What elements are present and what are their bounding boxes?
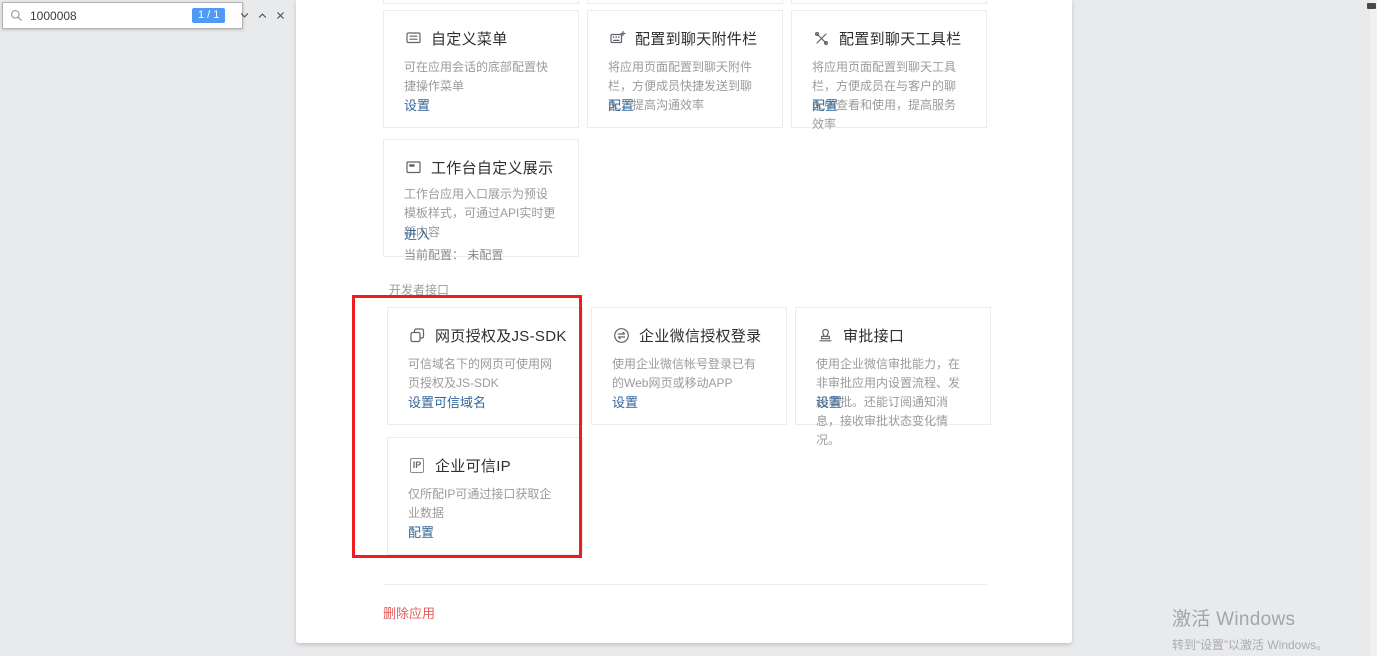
- card-description: 仅所配IP可通过接口获取企业数据: [408, 485, 562, 523]
- delete-app-link[interactable]: 删除应用: [383, 603, 435, 622]
- card-title: 工作台自定义展示: [431, 157, 553, 178]
- card-title: 自定义菜单: [431, 28, 508, 49]
- find-bar: 1 / 1: [2, 2, 243, 29]
- workbench-display-icon: [404, 159, 422, 177]
- card-chat-toolbar: 配置到聊天工具栏 将应用页面配置到聊天工具栏，方便成员在与客户的聊天中查看和使用…: [791, 10, 987, 128]
- card-wecom-login: 企业微信授权登录 使用企业微信帐号登录已有的Web网页或移动APP 设置: [591, 307, 787, 425]
- workbench-status-value: 未配置: [467, 248, 503, 262]
- card-approval-api: 审批接口 使用企业微信审批能力，在非审批应用内设置流程、发起审批。还能订阅通知消…: [795, 307, 991, 425]
- chat-attachment-icon: [608, 30, 626, 48]
- card-web-auth-jssdk: 网页授权及JS-SDK 可信域名下的网页可使用网页授权及JS-SDK 设置可信域…: [387, 307, 583, 425]
- search-icon: [10, 8, 23, 24]
- chat-toolbar-config-link[interactable]: 配置: [812, 95, 838, 114]
- watermark-subtitle: 转到“设置”以激活 Windows。: [1172, 636, 1328, 653]
- card-stub: [383, 0, 579, 4]
- approval-settings-link[interactable]: 设置: [816, 392, 842, 411]
- card-title: 企业可信IP: [435, 455, 511, 476]
- workbench-enter-link[interactable]: 进入: [404, 224, 430, 243]
- scrollbar[interactable]: [1370, 0, 1377, 656]
- chat-toolbar-icon: [812, 30, 830, 48]
- card-description: 可信域名下的网页可使用网页授权及JS-SDK: [408, 355, 562, 393]
- wecom-login-icon: [612, 327, 630, 345]
- find-match-count: 1 / 1: [192, 8, 225, 23]
- card-description: 使用企业微信帐号登录已有的Web网页或移动APP: [612, 355, 766, 393]
- workbench-status: 当前配置： 未配置: [404, 246, 558, 263]
- workbench-status-label: 当前配置：: [404, 248, 464, 262]
- card-description: 可在应用会话的底部配置快捷操作菜单: [404, 58, 558, 96]
- card-title: 企业微信授权登录: [639, 325, 761, 346]
- card-title: 审批接口: [843, 325, 904, 346]
- find-input[interactable]: [30, 9, 185, 23]
- find-close-button[interactable]: [275, 8, 286, 24]
- watermark-title: 激活 Windows: [1172, 604, 1328, 631]
- card-title: 配置到聊天附件栏: [635, 28, 757, 49]
- card-workbench-display: 工作台自定义展示 工作台应用入口展示为预设模板样式，可通过API实时更新内容 当…: [383, 139, 579, 257]
- find-previous-button[interactable]: [257, 8, 268, 24]
- card-title: 配置到聊天工具栏: [839, 28, 961, 49]
- bottom-divider: [383, 584, 987, 585]
- card-stub: [791, 0, 987, 4]
- card-chat-attachment-bar: 配置到聊天附件栏 将应用页面配置到聊天附件栏，方便成员快捷发送到聊天，提高沟通效…: [587, 10, 783, 128]
- developer-section-label: 开发者接口: [389, 281, 449, 298]
- trusted-ip-icon: IP: [408, 457, 426, 475]
- chat-attachment-config-link[interactable]: 配置: [608, 95, 634, 114]
- card-trusted-ip: IP 企业可信IP 仅所配IP可通过接口获取企业数据 配置: [387, 437, 583, 555]
- windows-activation-watermark: 激活 Windows 转到“设置”以激活 Windows。: [1172, 604, 1328, 653]
- page-background: 自定义菜单 可在应用会话的底部配置快捷操作菜单 设置 配置到聊天附件栏 将应用页…: [0, 0, 1377, 656]
- trusted-ip-config-link[interactable]: 配置: [408, 522, 434, 541]
- custom-menu-settings-link[interactable]: 设置: [404, 95, 430, 114]
- scrollbar-top-glyph: [1367, 3, 1376, 9]
- approval-stamp-icon: [816, 327, 834, 345]
- card-stub: [587, 0, 783, 4]
- ip-badge-text: IP: [410, 458, 425, 473]
- wecom-login-settings-link[interactable]: 设置: [612, 392, 638, 411]
- web-auth-icon: [408, 327, 426, 345]
- card-custom-menu: 自定义菜单 可在应用会话的底部配置快捷操作菜单 设置: [383, 10, 579, 128]
- find-next-button[interactable]: [239, 8, 250, 24]
- custom-menu-icon: [404, 30, 422, 48]
- web-auth-trusted-domain-link[interactable]: 设置可信域名: [408, 392, 486, 411]
- card-title: 网页授权及JS-SDK: [435, 325, 567, 346]
